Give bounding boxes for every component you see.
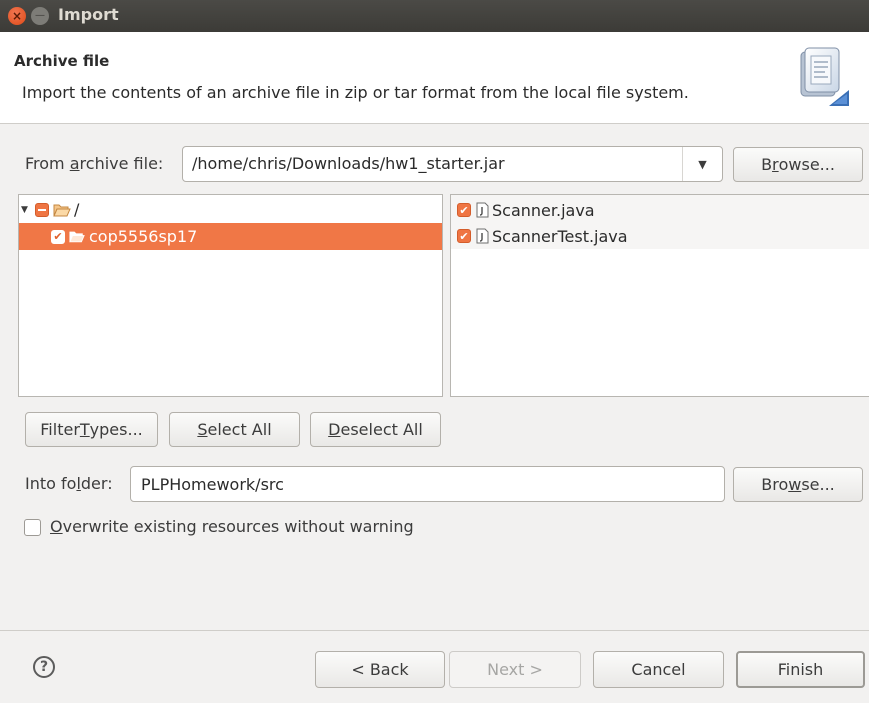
- close-window-button[interactable]: ×: [8, 7, 26, 25]
- window-title: Import: [58, 5, 119, 24]
- next-button[interactable]: Next >: [449, 651, 581, 688]
- from-archive-label: From archive file:: [25, 154, 164, 173]
- expand-arrow-icon[interactable]: ▼: [21, 205, 33, 215]
- overwrite-checkbox[interactable]: [24, 519, 41, 536]
- java-file-icon: [476, 228, 489, 244]
- browse-folder-button[interactable]: Bro w se...: [733, 467, 863, 502]
- file-list[interactable]: ✔ Scanner.java ✔ ScannerTest.java: [450, 194, 869, 397]
- folder-tree[interactable]: ▼ / ✔ cop5556sp17: [18, 194, 443, 397]
- chevron-down-icon: ▼: [698, 157, 707, 171]
- tree-item-label: cop5556sp17: [89, 227, 198, 246]
- checkbox-checked[interactable]: ✔: [51, 229, 65, 244]
- minimize-window-button[interactable]: —: [31, 7, 49, 25]
- page-title: Archive file: [14, 52, 110, 70]
- tree-item-cop5556sp17[interactable]: ✔ cop5556sp17: [19, 223, 442, 250]
- into-folder-input[interactable]: [131, 467, 724, 501]
- wizard-header: Archive file Import the contents of an a…: [0, 32, 869, 124]
- back-button[interactable]: < Back: [315, 651, 445, 688]
- file-item-label: Scanner.java: [492, 200, 595, 220]
- file-item-scannertest[interactable]: ✔ ScannerTest.java: [451, 223, 628, 249]
- overwrite-label[interactable]: Overwrite existing resources without war…: [50, 517, 414, 536]
- help-glyph: ?: [39, 659, 49, 675]
- java-file-icon: [476, 202, 489, 218]
- help-icon[interactable]: ?: [33, 656, 55, 678]
- title-bar: × — Import: [0, 0, 869, 32]
- tree-item-label: /: [74, 200, 80, 219]
- checkbox-checked[interactable]: ✔: [457, 203, 471, 217]
- dropdown-button[interactable]: ▼: [682, 147, 722, 181]
- file-item-scanner[interactable]: ✔ Scanner.java: [451, 197, 595, 223]
- archive-file-combo[interactable]: /home/chris/Downloads/hw1_starter.jar ▼: [182, 146, 723, 182]
- footer-separator: [0, 630, 869, 631]
- into-folder-field[interactable]: [130, 466, 725, 502]
- checkbox-checked[interactable]: ✔: [457, 229, 471, 243]
- archive-import-icon: [795, 46, 851, 112]
- browse-archive-button[interactable]: Br owse...: [733, 147, 863, 182]
- cancel-button[interactable]: Cancel: [593, 651, 724, 688]
- tree-item-root[interactable]: ▼ /: [19, 196, 442, 223]
- file-item-label: ScannerTest.java: [492, 226, 628, 246]
- page-description: Import the contents of an archive file i…: [22, 83, 689, 102]
- filter-types-button[interactable]: Filter Types...: [25, 412, 158, 447]
- minimize-icon: —: [35, 10, 45, 21]
- select-all-button[interactable]: Select All: [169, 412, 300, 447]
- into-folder-label: Into folder:: [25, 474, 113, 493]
- tristate-checkbox[interactable]: [35, 202, 49, 217]
- archive-file-value: /home/chris/Downloads/hw1_starter.jar: [192, 154, 505, 173]
- finish-button[interactable]: Finish: [736, 651, 865, 688]
- folder-open-icon: [69, 230, 85, 243]
- folder-open-icon: [53, 203, 71, 217]
- import-dialog: × — Import Archive file Import the conte…: [0, 0, 869, 703]
- close-icon: ×: [11, 9, 23, 23]
- deselect-all-button[interactable]: Deselect All: [310, 412, 441, 447]
